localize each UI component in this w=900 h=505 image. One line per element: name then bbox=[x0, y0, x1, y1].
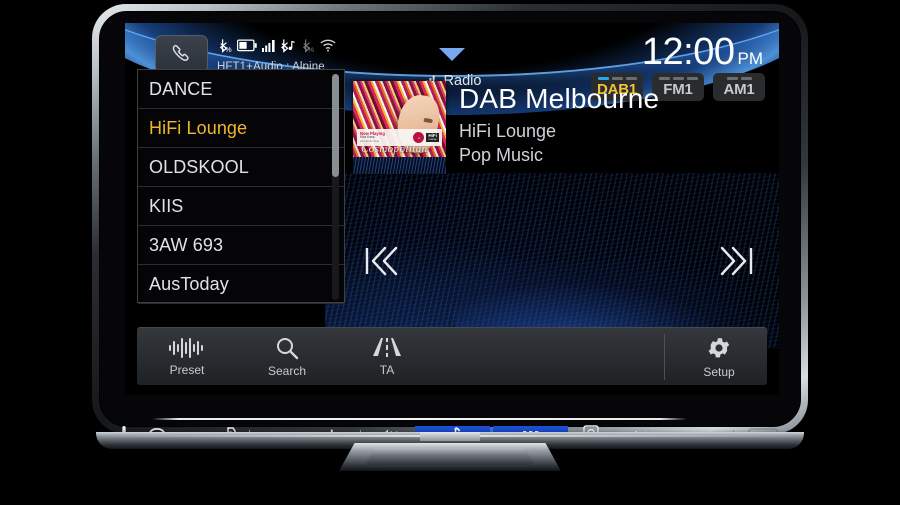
toolbar-label: TA bbox=[379, 362, 395, 377]
toolbar-button-search[interactable]: Search bbox=[237, 328, 337, 385]
toolbar-label: Search bbox=[267, 363, 307, 378]
lcd-screen: % % HFT1+Audio: Alpine 12:00 PM Radio D… bbox=[125, 23, 779, 395]
battery-icon bbox=[237, 39, 257, 52]
status-icon-row: % % bbox=[217, 38, 336, 53]
phone-shortcut-button[interactable] bbox=[155, 35, 208, 73]
waveform-icon bbox=[169, 337, 203, 358]
band-pips bbox=[597, 77, 637, 80]
road-icon bbox=[373, 337, 401, 357]
next-track-button[interactable] bbox=[709, 236, 765, 286]
album-artwork[interactable]: Now Playing Kira Kass Wonderful Soul ♫ H… bbox=[353, 81, 446, 174]
station-label: 3AW 693 bbox=[149, 234, 224, 255]
clock: 12:00 PM bbox=[642, 31, 763, 74]
artwork-magazine-title: Cosmopolitan bbox=[361, 143, 428, 155]
bluetooth-audio-icon bbox=[280, 39, 295, 53]
toolbar-label: Preset bbox=[169, 362, 205, 377]
head-unit-bezel: ALPINE % bbox=[92, 4, 808, 434]
list-scrollbar[interactable] bbox=[332, 74, 339, 300]
station-label: AusToday bbox=[149, 273, 229, 294]
pip bbox=[611, 77, 623, 80]
band-pips bbox=[658, 77, 698, 80]
artwork-track-info: Now Playing Kira Kass Wonderful Soul bbox=[360, 131, 385, 143]
artwork-logo-mark: ♫ bbox=[413, 132, 425, 143]
list-item[interactable]: AusToday bbox=[138, 265, 344, 304]
pip bbox=[726, 77, 738, 80]
list-item[interactable]: OLDSKOOL bbox=[138, 148, 344, 187]
magnifier-icon bbox=[277, 337, 299, 359]
pip bbox=[597, 77, 609, 80]
artwork-hifi-logo: HiFi Lounge bbox=[426, 132, 439, 143]
chrome-stand-foot-lower bbox=[365, 448, 535, 465]
next-track-icon bbox=[720, 246, 753, 276]
list-item[interactable]: HiFi Lounge bbox=[138, 109, 344, 148]
station-label: HiFi Lounge bbox=[149, 117, 248, 138]
pip bbox=[686, 77, 698, 80]
toolbar-button-preset[interactable]: Preset bbox=[137, 328, 237, 385]
now-playing-subtitle-1: HiFi Lounge bbox=[459, 121, 557, 142]
list-item[interactable]: 3AW 693 bbox=[138, 226, 344, 265]
chrome-stand-notch bbox=[420, 432, 480, 441]
artwork-brand: ♫ HiFi Lounge bbox=[413, 132, 439, 143]
list-item[interactable]: DANCE bbox=[138, 70, 344, 109]
toolbar-divider bbox=[664, 333, 665, 380]
pip bbox=[672, 77, 684, 80]
scrollbar-thumb[interactable] bbox=[332, 74, 339, 177]
pip bbox=[625, 77, 637, 80]
pip bbox=[740, 77, 752, 80]
artwork-lounge-text: Lounge bbox=[428, 137, 437, 141]
wifi-icon bbox=[320, 39, 336, 52]
gear-icon bbox=[708, 337, 730, 357]
now-playing-title: DAB Melbourne bbox=[459, 83, 660, 114]
bluetooth-disconnected-icon: % bbox=[302, 39, 315, 53]
station-label: KIIS bbox=[149, 195, 184, 216]
toolbar-button-ta[interactable]: TA bbox=[337, 328, 437, 385]
clock-time: 12:00 bbox=[641, 31, 735, 73]
phone-handset-icon bbox=[172, 44, 189, 61]
list-item[interactable]: KIIS bbox=[138, 187, 344, 226]
now-playing-subtitle-2: Pop Music bbox=[459, 144, 544, 165]
bluetooth-phone-icon: % bbox=[219, 39, 232, 53]
clock-ampm: PM bbox=[737, 49, 764, 68]
station-label: OLDSKOOL bbox=[149, 156, 249, 177]
toolbar-label: Setup bbox=[703, 364, 735, 379]
station-list[interactable]: DANCE HiFi Lounge OLDSKOOL KIIS 3AW 693 bbox=[137, 69, 345, 304]
svg-text:%: % bbox=[225, 45, 232, 53]
chevron-down-icon[interactable] bbox=[439, 48, 465, 61]
now-playing-info: DAB Melbourne HiFi Lounge Pop Music bbox=[459, 83, 769, 166]
pip bbox=[658, 77, 670, 80]
bottom-toolbar: Preset Search TA Setup bbox=[137, 327, 767, 385]
prev-track-icon bbox=[365, 246, 398, 276]
signal-bars-icon bbox=[262, 39, 275, 52]
svg-text:%: % bbox=[308, 45, 315, 53]
artwork-bottom-wave bbox=[353, 157, 446, 174]
hw-highlight-line bbox=[152, 418, 687, 420]
bezel-inner: ALPINE % bbox=[99, 11, 801, 427]
prev-track-button[interactable] bbox=[353, 236, 409, 286]
band-pips bbox=[726, 77, 752, 80]
station-label: DANCE bbox=[149, 78, 213, 99]
screenshot-root: ALPINE % bbox=[0, 0, 900, 505]
toolbar-button-setup[interactable]: Setup bbox=[671, 328, 767, 385]
